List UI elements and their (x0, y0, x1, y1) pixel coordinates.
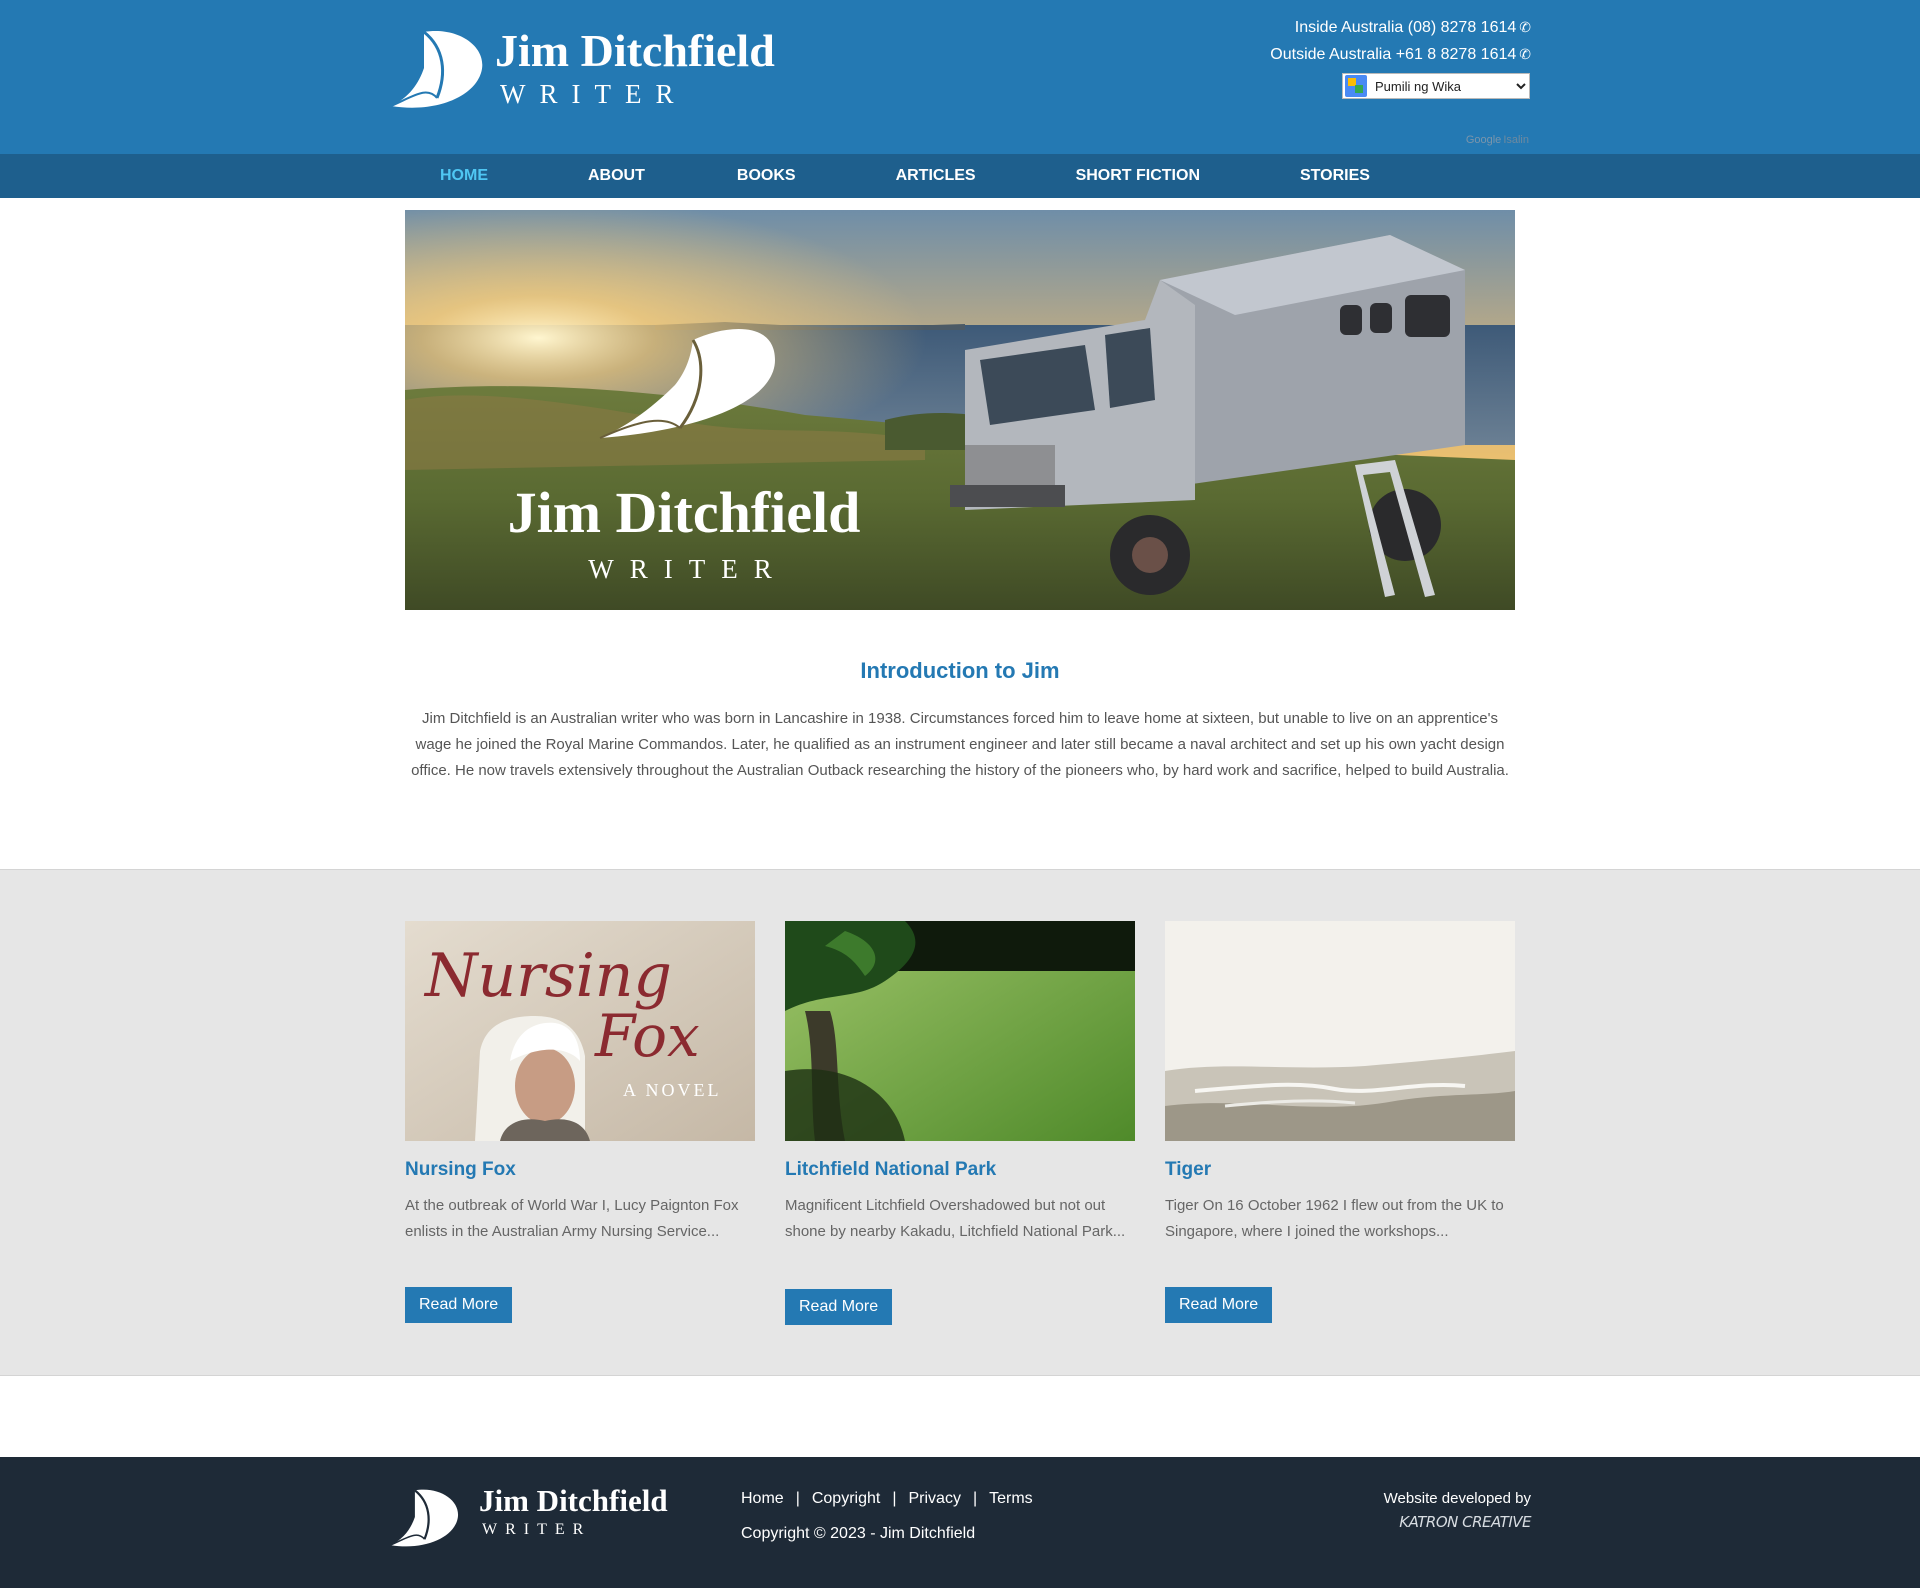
footer-divider: | (892, 1490, 897, 1507)
logo-subtitle: WRITER (500, 79, 688, 109)
footer-link-home[interactable]: Home (741, 1490, 784, 1508)
phone-icon: ✆ (1519, 19, 1531, 35)
sail-logo-icon (390, 1489, 459, 1547)
footer-logo[interactable]: Jim Ditchfield WRITER (389, 1483, 689, 1553)
phone-outside[interactable]: Outside Australia +61 8 8278 1614 ✆ (1270, 41, 1531, 68)
google-wordmark: Google (1465, 134, 1502, 146)
translate-label: Isalin (1503, 134, 1529, 146)
phone-inside[interactable]: Inside Australia (08) 8278 1614 ✆ (1270, 14, 1531, 41)
nav-item-about[interactable]: ABOUT (588, 154, 645, 198)
hero-subtitle: WRITER (588, 554, 787, 584)
footer-links: Home | Copyright | Privacy | Terms (741, 1490, 1033, 1508)
developed-by-label: Website developed by (1383, 1490, 1531, 1507)
featured-section: Nursing Fox A NOVEL Nursing Fox At the o… (0, 869, 1920, 1376)
card-title[interactable]: Tiger (1165, 1159, 1515, 1181)
google-translate-icon (1345, 75, 1367, 97)
developer-credit[interactable]: Website developed by KATRON CREATIVE (1383, 1490, 1532, 1531)
nav-item-short-fiction[interactable]: SHORT FICTION (1076, 154, 1200, 198)
hero-title: Jim Ditchfield (508, 480, 861, 545)
card-excerpt: Tiger On 16 October 1962 I flew out from… (1165, 1197, 1504, 1240)
cover-subtitle: A NOVEL (623, 1080, 722, 1100)
footer-link-copyright[interactable]: Copyright (812, 1490, 880, 1508)
tiger-landscape-image[interactable] (1165, 921, 1515, 1141)
footer-divider: | (972, 1490, 978, 1507)
card-title[interactable]: Litchfield National Park (785, 1159, 1135, 1181)
site-logo[interactable]: Jim Ditchfield WRITER (389, 24, 809, 114)
card-title[interactable]: Nursing Fox (405, 1159, 755, 1181)
card-excerpt: At the outbreak of World War I, Lucy Pai… (405, 1197, 739, 1240)
sail-logo-icon (390, 30, 483, 108)
footer-link-privacy[interactable]: Privacy (908, 1490, 960, 1508)
hero-banner: Jim Ditchfield WRITER (405, 210, 1515, 610)
read-more-button[interactable]: Read More (785, 1289, 893, 1325)
language-select[interactable]: Pumili ng Wika (1371, 75, 1529, 97)
footer-divider: | (795, 1490, 800, 1507)
nav-item-books[interactable]: BOOKS (737, 154, 796, 198)
cover-title-nursing: Nursing (423, 941, 672, 1011)
developer-logo: KATRON CREATIVE (1399, 1513, 1531, 1531)
phone-inside-text: Inside Australia (08) 8278 1614 (1294, 19, 1517, 36)
read-more-button[interactable]: Read More (405, 1287, 513, 1323)
powered-by-google[interactable]: Google Isalin (1466, 134, 1529, 146)
intro-text: Jim Ditchfield is an Australian writer w… (411, 710, 1509, 779)
intro-title: Introduction to Jim (860, 658, 1060, 683)
footer-copyright: Copyright © 2023 - Jim Ditchfield (741, 1525, 976, 1542)
card-litchfield: Litchfield National Park Magnificent Lit… (785, 921, 1135, 1325)
litchfield-park-image[interactable] (785, 921, 1135, 1141)
read-more-button[interactable]: Read More (1165, 1287, 1273, 1323)
nursing-fox-cover-image[interactable]: Nursing Fox A NOVEL (405, 921, 755, 1141)
card-excerpt: Magnificent Litchfield Overshadowed but … (785, 1197, 1126, 1240)
cover-title-fox: Fox (594, 1002, 700, 1070)
card-tiger: Tiger Tiger On 16 October 1962 I flew ou… (1165, 921, 1515, 1323)
nav-item-stories[interactable]: STORIES (1300, 154, 1370, 198)
phone-icon: ✆ (1519, 46, 1531, 62)
nav-item-articles[interactable]: ARTICLES (896, 154, 976, 198)
hero-image: Jim Ditchfield WRITER (405, 210, 1515, 610)
main-nav: HOME ABOUT BOOKS ARTICLES SHORT FICTION … (0, 154, 1920, 198)
site-footer: Jim Ditchfield WRITER Home | Copyright |… (0, 1457, 1920, 1588)
footer-logo-name: Jim Ditchfield (479, 1483, 668, 1518)
phone-outside-text: Outside Australia +61 8 8278 1614 (1270, 46, 1517, 63)
card-nursing-fox: Nursing Fox A NOVEL Nursing Fox At the o… (405, 921, 755, 1323)
logo-name: Jim Ditchfield (495, 25, 775, 76)
footer-logo-subtitle: WRITER (482, 1521, 592, 1538)
footer-link-terms[interactable]: Terms (989, 1490, 1033, 1508)
nav-item-home[interactable]: HOME (440, 154, 488, 198)
language-selector[interactable]: Pumili ng Wika (1342, 73, 1530, 99)
site-header: Jim Ditchfield WRITER Inside Australia (… (0, 0, 1920, 154)
contact-info: Inside Australia (08) 8278 1614 ✆ Outside… (1270, 14, 1531, 68)
